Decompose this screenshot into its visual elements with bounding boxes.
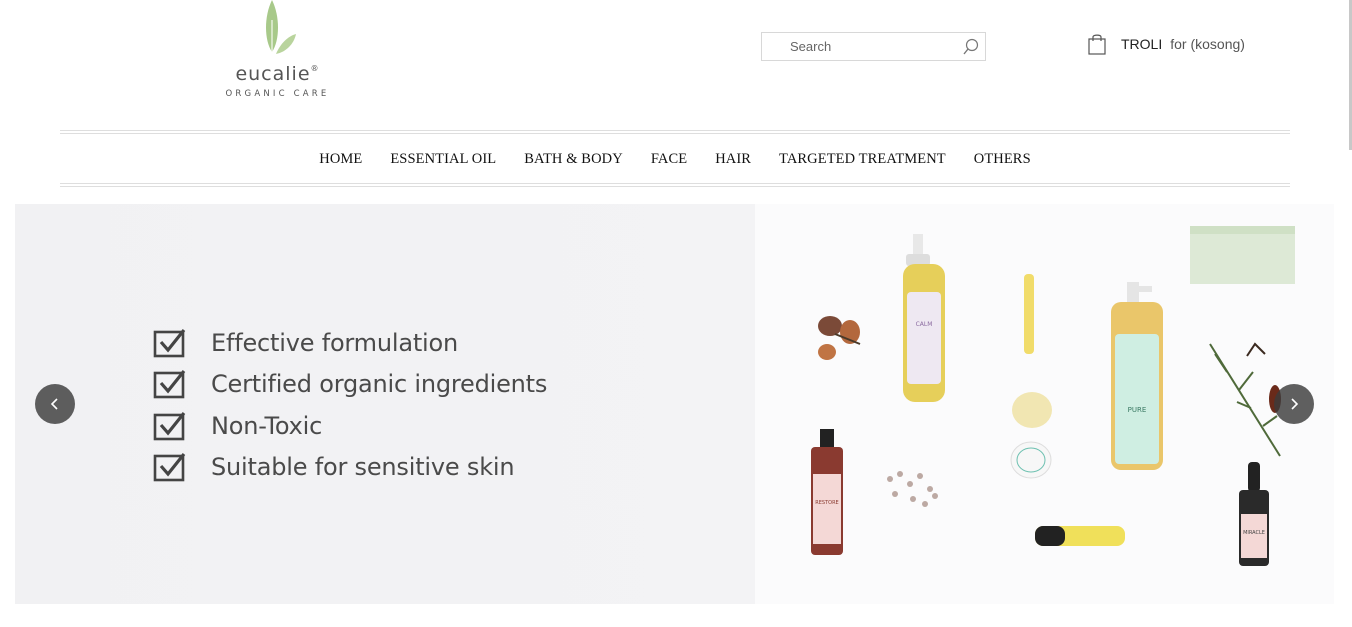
slider-prev-button[interactable]	[35, 384, 75, 424]
cart-link[interactable]: TROLI for (kosong)	[1087, 30, 1245, 58]
registered-mark: ®	[310, 64, 320, 73]
calm-label-text: CALM	[916, 321, 933, 328]
cart-label: TROLI	[1121, 36, 1163, 52]
nav-top-divider-2	[60, 133, 1290, 134]
nav-item-hair[interactable]: HAIR	[715, 151, 751, 168]
product-box-image	[1190, 226, 1295, 284]
roller-bottle-image	[1024, 274, 1034, 354]
hero-slider: Effective formulation Certified organic …	[15, 204, 1334, 604]
search-button[interactable]	[961, 37, 981, 57]
nav-top-divider	[60, 130, 1290, 131]
chevron-left-icon	[50, 398, 58, 410]
main-nav: HOME ESSENTIAL OIL BATH & BODY FACE HAIR…	[60, 137, 1290, 181]
pure-wash-bottle-image: PURE	[1111, 282, 1163, 470]
search-input[interactable]	[790, 33, 950, 60]
nav-item-bath-body[interactable]: BATH & BODY	[524, 151, 623, 168]
brand-name: eucalie®	[215, 58, 340, 85]
nav-item-home[interactable]: HOME	[319, 151, 362, 168]
nav-item-essential-oil[interactable]: ESSENTIAL OIL	[390, 151, 496, 168]
leaf-logo-icon	[265, 0, 296, 54]
pure-label-text: PURE	[1128, 406, 1147, 414]
brand-name-text: eucalie	[235, 63, 311, 85]
chevron-right-icon	[1291, 398, 1299, 410]
search-icon	[963, 38, 979, 55]
restore-serum-bottle-image: RESTORE	[811, 429, 843, 555]
nav-item-targeted-treatment[interactable]: TARGETED TREATMENT	[779, 151, 946, 168]
restore-label-text: RESTORE	[815, 500, 838, 506]
miracle-label-text: MIRACLE	[1243, 530, 1265, 536]
cart-status: for (kosong)	[1170, 36, 1245, 52]
search-box	[761, 32, 986, 61]
nav-item-face[interactable]: FACE	[651, 151, 687, 168]
nav-bottom-divider-2	[60, 186, 1290, 187]
product-photo: CALM PURE RESTORE MIRACLE	[755, 204, 1334, 604]
slider-next-button[interactable]	[1274, 384, 1314, 424]
nav-bottom-divider	[60, 183, 1290, 184]
nav-item-others[interactable]: OTHERS	[974, 151, 1031, 168]
shopping-bag-icon	[1088, 34, 1106, 55]
roll-on-bottle-image	[1035, 526, 1125, 546]
brand-logo[interactable]: eucalie® ORGANIC CARE	[215, 0, 340, 104]
page: eucalie® ORGANIC CARE TROLI for (kosong)…	[0, 0, 1352, 627]
brand-tagline: ORGANIC CARE	[225, 89, 330, 99]
